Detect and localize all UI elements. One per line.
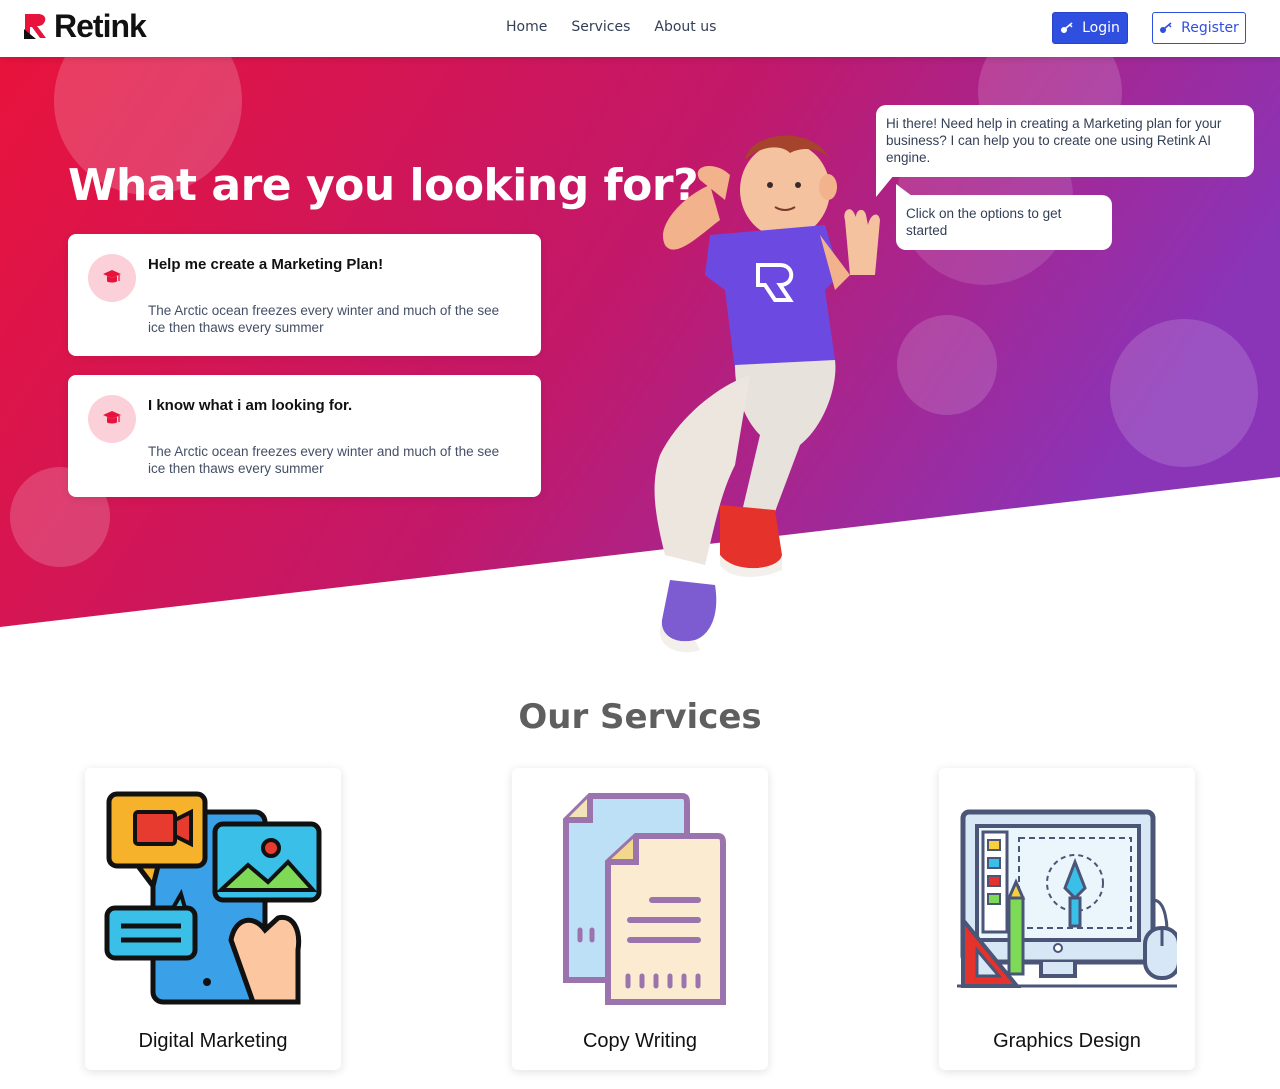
main-nav: Home Services About us: [506, 19, 716, 35]
option-title: I know what i am looking for.: [148, 397, 353, 414]
copy-writing-illustration: [563, 793, 726, 1005]
option-description: The Arctic ocean freezes every winter an…: [148, 303, 500, 335]
option-icon-circle: [88, 254, 136, 302]
login-button[interactable]: Login: [1052, 12, 1128, 44]
graduation-cap-icon: [103, 270, 121, 283]
graduation-cap-icon: [103, 411, 121, 424]
service-label: Copy Writing: [582, 1030, 698, 1052]
login-label: Login: [1082, 20, 1120, 36]
services-heading: Our Services: [518, 697, 762, 737]
top-navbar: Retink Home Services About us Login Regi…: [0, 0, 1280, 57]
service-card-digital-marketing[interactable]: Digital Marketing: [85, 768, 341, 1070]
register-button[interactable]: Register: [1152, 12, 1246, 44]
option-card-know-what[interactable]: I know what i am looking for. The Arctic…: [68, 375, 541, 497]
service-label: Graphics Design: [993, 1030, 1141, 1052]
option-card-marketing-plan[interactable]: Help me create a Marketing Plan! The Arc…: [68, 234, 541, 356]
option-title: Help me create a Marketing Plan!: [148, 256, 384, 273]
option-icon-circle: [88, 395, 136, 443]
nav-link-services[interactable]: Services: [571, 19, 630, 35]
register-label: Register: [1181, 20, 1239, 36]
service-label: Digital Marketing: [138, 1030, 288, 1052]
chat-bubble-tail: [876, 175, 894, 197]
logo-icon: [24, 14, 46, 39]
service-card-graphics-design[interactable]: Graphics Design: [939, 768, 1195, 1070]
logo-text: Retink: [54, 8, 147, 44]
graphics-design-illustration: [957, 809, 1177, 988]
chat-bubble-greeting: Hi there! Need help in creating a Market…: [876, 105, 1254, 177]
digital-marketing-illustration: [104, 791, 322, 1005]
nav-link-home[interactable]: Home: [506, 19, 547, 35]
nav-link-about[interactable]: About us: [654, 19, 716, 35]
key-icon: [1061, 22, 1073, 33]
service-card-copy-writing[interactable]: Copy Writing: [512, 768, 768, 1070]
chat-bubble-instructions: Click on the options to get started: [896, 195, 1112, 250]
mascot-character-illustration: [654, 135, 880, 653]
option-description: The Arctic ocean freezes every winter an…: [148, 444, 500, 476]
retink-logo[interactable]: Retink: [22, 8, 147, 44]
key-icon: [1160, 22, 1172, 33]
hero-title: What are you looking for?: [68, 160, 699, 211]
